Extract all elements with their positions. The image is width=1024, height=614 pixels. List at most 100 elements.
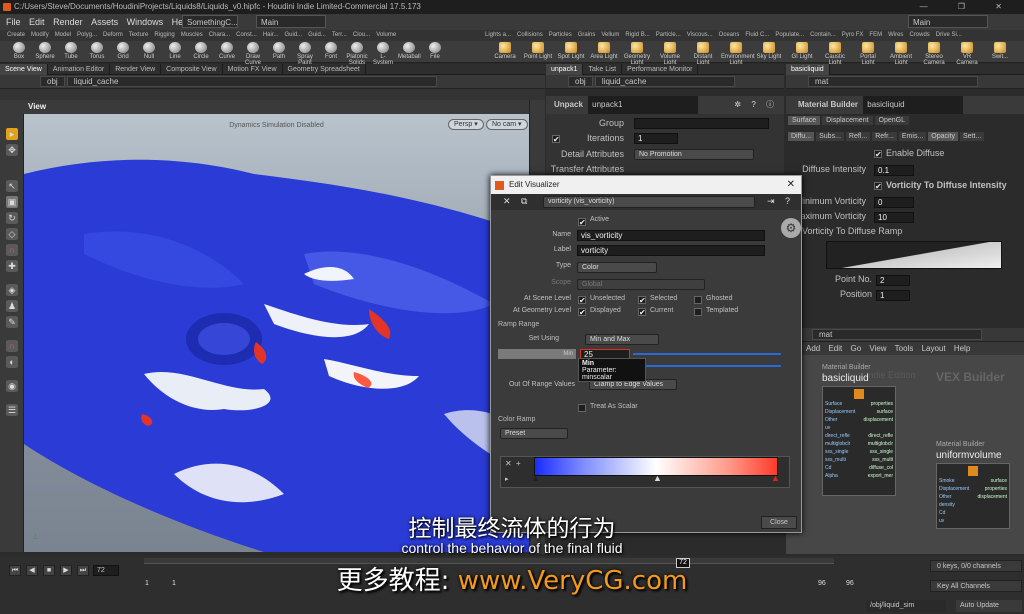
shelf-tab[interactable]: Hair... xyxy=(260,30,282,41)
scene-view-tab[interactable]: Scene View xyxy=(0,64,48,75)
node-input-port[interactable]: Other xyxy=(825,417,838,423)
sim-path[interactable]: /obj/liquid_sim xyxy=(866,600,946,612)
node-input-port[interactable]: sss_multi xyxy=(825,457,846,463)
netview-menu-item[interactable]: Layout xyxy=(922,344,954,353)
shelf-tab[interactable]: FEM xyxy=(866,30,885,41)
set-using-dropdown[interactable]: Min and Max xyxy=(585,334,659,345)
ghosted-checkbox[interactable] xyxy=(694,296,702,304)
material-name-field[interactable]: basicliquid xyxy=(863,96,964,114)
material-subtab[interactable]: Surface xyxy=(788,116,821,125)
shelf-tab[interactable]: Guid... xyxy=(281,30,305,41)
node-input-port[interactable]: Displacement xyxy=(825,409,855,415)
desktop-selector-main[interactable]: Main xyxy=(256,15,326,28)
ramp-key-low-icon[interactable]: ▲ xyxy=(531,473,540,483)
shelf-tab[interactable]: Muscles xyxy=(178,30,206,41)
shelf-tool-caustic-light[interactable]: Caustic Light xyxy=(820,41,850,66)
shelf-tab[interactable]: Chara... xyxy=(206,30,233,41)
shelf-tool-camera[interactable]: Camera xyxy=(490,41,520,63)
shelf-tab[interactable]: Rigging xyxy=(151,30,177,41)
shelf-tab[interactable]: Const... xyxy=(233,30,260,41)
netview-path-node[interactable]: mat xyxy=(812,329,982,340)
shelf-tool-gi-light[interactable]: GI Light xyxy=(787,41,817,63)
material-subtab2[interactable]: Diffu... xyxy=(788,132,815,141)
shelf-tab[interactable]: Texture xyxy=(126,30,152,41)
scene-view-tab[interactable]: Animation Editor xyxy=(48,64,111,75)
active-checkbox[interactable]: ✔ xyxy=(578,218,586,227)
menu-windows[interactable]: Windows xyxy=(127,17,164,27)
shelf-tool-metaball[interactable]: Metaball xyxy=(398,41,421,63)
shelf-tab[interactable]: Drive Si... xyxy=(933,30,965,41)
param-tab[interactable]: Performance Monitor xyxy=(622,64,699,75)
ramp-key-mid-icon[interactable]: ▲ xyxy=(653,473,662,483)
node-input-port[interactable]: uv xyxy=(825,425,830,431)
position-field[interactable]: 1 xyxy=(876,290,910,301)
diffuse-intensity-field[interactable]: 0.1 xyxy=(874,165,914,176)
node-input-port[interactable]: Displacement xyxy=(939,486,969,492)
basicliquid-node[interactable]: Surface properties Displacement surface Othe… xyxy=(822,386,896,496)
shelf-tool-torus[interactable]: Torus xyxy=(86,41,108,63)
material-subtab2[interactable]: Refr... xyxy=(872,132,897,141)
snap-icon[interactable]: ✚ xyxy=(6,260,18,272)
material-subtab2[interactable]: Sett... xyxy=(960,132,985,141)
copy-visualizer-icon[interactable]: ⧉ xyxy=(521,196,527,207)
shelf-tool-area-light[interactable]: Area Light xyxy=(589,41,619,63)
shelf-tool-platonic-solids[interactable]: Platonic Solids xyxy=(346,41,368,66)
node-input-port[interactable]: Surface xyxy=(825,401,842,407)
type-dropdown[interactable]: Color xyxy=(577,262,657,273)
current-checkbox[interactable]: ✔ xyxy=(638,308,646,317)
shelf-tool-stereo-camera[interactable]: Stereo Camera xyxy=(919,41,949,66)
material-subtab[interactable]: OpenGL xyxy=(874,116,910,125)
shelf-tab[interactable]: Wires xyxy=(885,30,906,41)
path-obj[interactable]: obj xyxy=(40,76,65,87)
shelf-tab[interactable]: Terr... xyxy=(329,30,350,41)
scene-view-tab[interactable]: Geometry Spreadsheet xyxy=(283,64,366,75)
scene-view-tab[interactable]: Render View xyxy=(110,64,162,75)
node-input-port[interactable]: density xyxy=(939,502,955,508)
lock-icon[interactable]: ▣ xyxy=(6,196,18,208)
netview-menu-item[interactable]: Help xyxy=(954,344,970,353)
path-node[interactable]: liquid_cache xyxy=(66,76,437,87)
node-output-port[interactable]: displacement xyxy=(978,494,1007,500)
move-tool-icon[interactable]: ↖ xyxy=(6,180,18,192)
shelf-tool-sky-light[interactable]: Sky Light xyxy=(754,41,784,63)
min-vorticity-field[interactable]: 0 xyxy=(874,197,914,208)
menu-assets[interactable]: Assets xyxy=(91,17,118,27)
shelf-tab[interactable]: Deform xyxy=(100,30,126,41)
shelf-tool-swit-[interactable]: Swit... xyxy=(985,41,1015,63)
scene-view-tab[interactable]: Composite View xyxy=(161,64,223,75)
shelf-tab[interactable]: Volume xyxy=(373,30,399,41)
group-field[interactable] xyxy=(634,118,769,129)
auto-update[interactable]: Auto Update xyxy=(956,600,1022,612)
mid-path-obj[interactable]: obj xyxy=(568,76,593,87)
material-subtab2[interactable]: Opacity xyxy=(928,132,959,141)
netview-menu-item[interactable]: Go xyxy=(850,344,869,353)
snap-grid-icon[interactable]: ∩ xyxy=(6,340,18,352)
shelf-tab[interactable]: Collisions xyxy=(514,30,546,41)
ramp-key-high-icon[interactable]: ▲ xyxy=(771,473,780,483)
shelf-tool-font[interactable]: Font xyxy=(320,41,342,63)
view-tool-icon[interactable]: ✥ xyxy=(6,144,18,156)
shelf-tab[interactable]: Viscous... xyxy=(684,30,716,41)
node-input-port[interactable]: Other xyxy=(939,494,952,500)
shelf-tab[interactable]: Polyg... xyxy=(74,30,100,41)
shelf-tool-distant-light[interactable]: Distant Light xyxy=(688,41,718,66)
shelf-tool-sphere[interactable]: Sphere xyxy=(34,41,56,63)
shelf-tab[interactable]: Crowds xyxy=(906,30,932,41)
window-controls[interactable]: — ❐ ✕ xyxy=(920,0,1016,14)
menu-render[interactable]: Render xyxy=(53,17,83,27)
menu-file[interactable]: File xyxy=(6,17,21,27)
max-vorticity-field[interactable]: 10 xyxy=(874,212,914,223)
material-subtab2[interactable]: Refl... xyxy=(845,132,871,141)
node-output-port[interactable]: properties xyxy=(985,486,1007,492)
rotate-tool-icon[interactable]: ↻ xyxy=(6,212,18,224)
node-header-icons[interactable]: ✲ ? ⓘ xyxy=(734,96,778,114)
shelf-tab[interactable]: Model xyxy=(52,30,74,41)
node-output-port[interactable]: displacement xyxy=(864,417,893,423)
dialog-close-icon[interactable]: ✕ xyxy=(787,176,795,194)
shelf-tool-l-system[interactable]: L-System xyxy=(372,41,394,66)
vorticity-toggle-checkbox[interactable]: ✔ xyxy=(874,182,882,191)
shelf-tool-box[interactable]: Box xyxy=(8,41,30,63)
display-options-icon[interactable]: ☰ xyxy=(6,404,18,416)
shelf-tool-volume-light[interactable]: Volume Light xyxy=(655,41,685,66)
shelf-tool-file[interactable]: File xyxy=(424,41,446,63)
